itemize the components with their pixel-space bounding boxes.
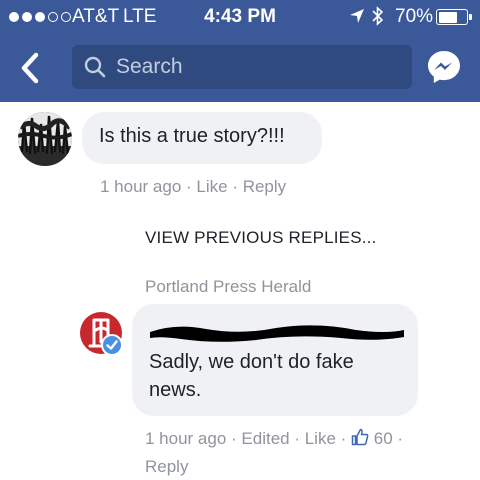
trees-photo — [18, 112, 72, 166]
comment-bubble: Is this a true story?!!! — [82, 112, 322, 164]
back-button[interactable] — [14, 48, 48, 88]
messenger-icon — [428, 51, 460, 83]
top-bar: AT&T LTE 4:43 PM 70% Search — [0, 0, 480, 102]
status-bar: AT&T LTE 4:43 PM 70% — [0, 0, 480, 34]
battery-icon — [436, 9, 472, 25]
chevron-left-icon — [21, 52, 39, 84]
search-icon — [84, 56, 106, 83]
redaction-mark — [150, 325, 404, 342]
edited-label[interactable]: Edited — [241, 429, 289, 448]
location-arrow-icon — [349, 8, 365, 30]
view-previous-replies-link[interactable]: VIEW PREVIOUS REPLIES... — [145, 228, 377, 248]
commenter-avatar[interactable] — [18, 112, 72, 166]
separator: · — [392, 429, 404, 448]
reply-timestamp: 1 hour ago — [145, 429, 227, 448]
like-link[interactable]: Like — [196, 177, 227, 196]
reply-author-name[interactable]: Portland Press Herald — [145, 277, 311, 297]
thumbs-up-icon[interactable] — [351, 428, 369, 451]
like-link[interactable]: Like — [305, 429, 336, 448]
battery-percent: 70% — [395, 6, 434, 27]
separator: · — [227, 177, 243, 196]
bluetooth-icon — [371, 5, 385, 33]
search-input[interactable]: Search — [72, 45, 412, 89]
separator: · — [181, 177, 197, 196]
messenger-button[interactable] — [426, 49, 462, 85]
search-placeholder: Search — [116, 55, 183, 78]
comment-timestamp: 1 hour ago — [100, 177, 182, 196]
reply-link[interactable]: Reply — [243, 177, 286, 196]
like-count: 60 — [373, 429, 393, 448]
reply-bubble: Sadly, we don't do fake news. — [132, 304, 418, 416]
reply-link[interactable]: Reply — [145, 457, 403, 477]
separator: · — [289, 429, 305, 448]
reply-text: Sadly, we don't do fake news. — [149, 351, 354, 401]
comment-text: Is this a true story?!!! — [99, 125, 285, 147]
separator: · — [226, 429, 242, 448]
comment-meta: 1 hour ago · Like · Reply — [100, 177, 286, 197]
separator: · — [335, 429, 352, 448]
reply-meta: 1 hour ago · Edited · Like · 60 · Reply — [145, 428, 403, 477]
verified-badge-icon — [101, 334, 123, 356]
